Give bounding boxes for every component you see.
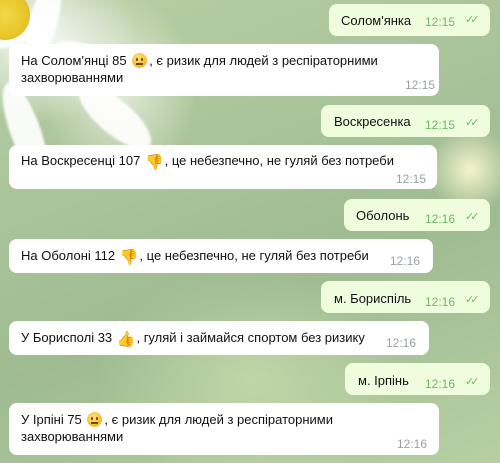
read-checkmarks-icon: ✓✓ (465, 14, 480, 26)
message-text: На Солом'янці 85 (21, 53, 127, 68)
read-checkmarks-icon: ✓✓ (465, 117, 480, 129)
outgoing-message[interactable]: Оболонь 12:16 ✓✓ (344, 199, 490, 231)
incoming-message[interactable]: У Ірпіні 75 , є ризик для людей з респір… (9, 403, 439, 455)
read-checkmarks-icon: ✓✓ (465, 211, 480, 223)
incoming-message[interactable]: На Воскресенці 107 👎, це небезпечно, не … (9, 145, 437, 189)
message-text: На Оболоні 112 (21, 248, 116, 263)
incoming-message[interactable]: На Солом'янці 85 , є ризик для людей з р… (9, 44, 439, 96)
message-text-cont: , це небезпечно, не гуляй без потреби (139, 248, 369, 263)
message-text: Оболонь (356, 208, 410, 223)
neutral-face-emoji-icon (132, 53, 148, 68)
message-text-line2: захворюваннями (21, 429, 124, 444)
message-text-cont: , це небезпечно, не гуляй без потреби (164, 153, 394, 168)
message-time: 12:16 (425, 377, 456, 391)
read-checkmarks-icon: ✓✓ (465, 294, 480, 306)
message-text: м. Бориспіль (334, 291, 412, 306)
message-text: м. Ірпінь (358, 373, 409, 388)
message-text: Солом'янка (341, 13, 412, 28)
thumbs-down-emoji-icon: 👎 (119, 249, 139, 266)
message-time: 12:16 (425, 295, 456, 309)
message-time: 12:15 (405, 78, 436, 92)
thumbs-up-emoji-icon: 👍 (116, 331, 136, 348)
incoming-message[interactable]: У Борисполі 33 👍, гуляй і займайся спорт… (9, 321, 429, 355)
message-time: 12:15 (425, 15, 456, 29)
outgoing-message[interactable]: м. Ірпінь 12:16 ✓✓ (345, 363, 490, 395)
thumbs-down-emoji-icon: 👎 (144, 154, 164, 171)
message-time: 12:15 (425, 118, 456, 132)
chat-history[interactable]: Солом'янка 12:15 ✓✓ На Солом'янці 85 , є… (0, 0, 500, 463)
message-text: На Воскресенці 107 (21, 153, 141, 168)
message-text: Воскресенка (334, 114, 411, 129)
outgoing-message[interactable]: м. Бориспіль 12:16 ✓✓ (321, 281, 490, 313)
message-time: 12:15 (396, 172, 427, 186)
outgoing-message[interactable]: Солом'янка 12:15 ✓✓ (329, 4, 490, 36)
message-text-cont: , гуляй і займайся спортом без ризику (136, 330, 365, 345)
message-time: 12:16 (386, 336, 417, 350)
message-text-cont: , є ризик для людей з респіраторними (149, 53, 378, 68)
message-text: У Ірпіні 75 (21, 412, 82, 427)
message-text: У Борисполі 33 (21, 330, 113, 345)
read-checkmarks-icon: ✓✓ (465, 376, 480, 388)
neutral-face-emoji-icon (87, 412, 103, 427)
incoming-message[interactable]: На Оболоні 112 👎, це небезпечно, не гуля… (9, 239, 433, 273)
outgoing-message[interactable]: Воскресенка 12:15 ✓✓ (321, 105, 490, 137)
message-text-cont: , є ризик для людей з респіраторними (104, 412, 333, 427)
message-text-line2: захворюваннями (21, 70, 124, 85)
message-time: 12:16 (397, 437, 428, 451)
message-time: 12:16 (425, 212, 456, 226)
message-time: 12:16 (390, 254, 421, 268)
